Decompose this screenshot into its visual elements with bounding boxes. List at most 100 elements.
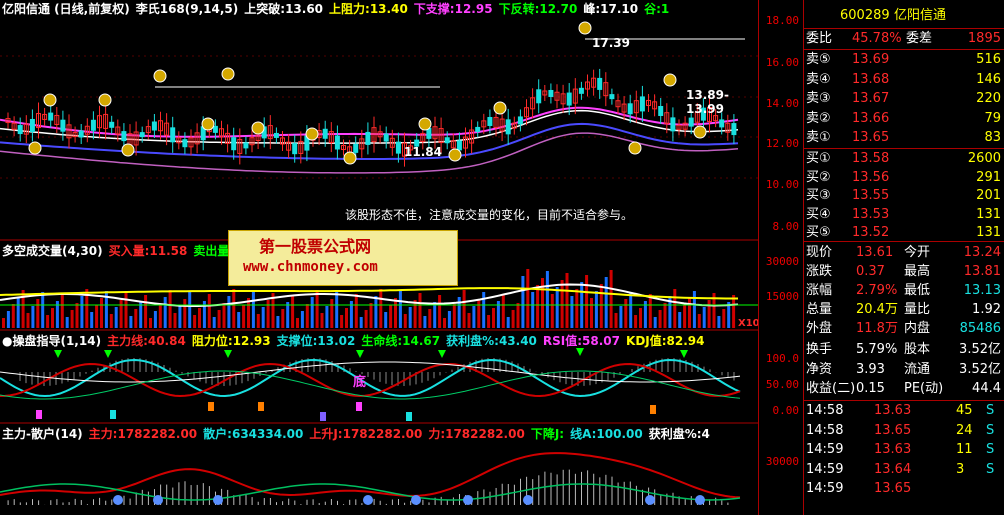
volume-bar bbox=[472, 306, 476, 328]
volume-bar bbox=[634, 315, 638, 328]
sell-level-row: 卖① 13.65 83 bbox=[804, 128, 1004, 148]
signal-marker bbox=[650, 405, 656, 414]
candle-body bbox=[639, 96, 645, 112]
buy-level-volume: 131 bbox=[976, 206, 1001, 222]
candle-body bbox=[17, 125, 23, 135]
volume-bar bbox=[300, 311, 304, 328]
volume-bar bbox=[673, 289, 677, 328]
stat-label: 外盘 bbox=[806, 321, 833, 336]
tick-row[interactable]: 14:58 13.63 45 S bbox=[804, 401, 1004, 421]
volume-bar bbox=[707, 300, 711, 328]
tick-price: 13.64 bbox=[874, 461, 912, 477]
volume-bar bbox=[261, 307, 265, 328]
sell-level-label: 卖③ bbox=[806, 91, 831, 106]
coin-icon bbox=[418, 117, 432, 131]
volume-bar bbox=[237, 312, 241, 328]
buy-level-label: 买① bbox=[806, 151, 831, 166]
volume-bar bbox=[526, 269, 530, 328]
coin-icon bbox=[121, 143, 135, 157]
stat-label: 总量 bbox=[806, 302, 833, 317]
volume-bar bbox=[722, 309, 726, 328]
buy-level-price: 13.56 bbox=[852, 169, 890, 185]
tick-time: 14:59 bbox=[806, 461, 844, 477]
stat-label: 最低 bbox=[904, 283, 931, 298]
chart-area[interactable]: 亿阳信通 (日线,前复权) 李氏168(9,14,5) 上突破:13.60 上阻力:1… bbox=[0, 0, 758, 515]
volume-bar bbox=[560, 280, 564, 328]
volume-bar bbox=[296, 318, 299, 328]
tick-volume: 24 bbox=[956, 422, 973, 438]
volume-bar bbox=[90, 312, 94, 328]
webi-row: 委比 45.78% 委差 1895 bbox=[804, 29, 1004, 49]
volume-bar bbox=[75, 303, 79, 328]
coin-icon bbox=[578, 21, 592, 35]
quote-panel: 600289 亿阳信通 委比 45.78% 委差 1895 卖⑤ 13.69 516… bbox=[803, 0, 1004, 515]
volume-bar bbox=[320, 313, 324, 328]
volume-bar bbox=[511, 310, 515, 328]
volume-bar bbox=[144, 295, 148, 328]
volume-bar bbox=[2, 318, 5, 328]
advice-note: 该股形态不佳，注意成交量的变化，目前不适合参与。 bbox=[345, 208, 634, 222]
candle-body bbox=[719, 119, 725, 128]
main-header-item: 下反转:12.70 bbox=[498, 2, 578, 16]
stat-label: 最高 bbox=[904, 264, 931, 279]
volume-header-item: 买入量:11.58 bbox=[108, 244, 188, 258]
volume-bar bbox=[276, 316, 280, 328]
volume-bar bbox=[614, 313, 618, 328]
sell-level-volume: 516 bbox=[976, 52, 1001, 67]
sell-level-row: 卖④ 13.68 146 bbox=[804, 70, 1004, 90]
oper-header-item: RSI值:58.07 bbox=[542, 334, 621, 348]
volume-bar bbox=[168, 290, 172, 328]
sell-level-volume: 83 bbox=[984, 130, 1001, 145]
volume-bar bbox=[599, 284, 603, 328]
volume-bar bbox=[134, 309, 138, 328]
tick-row[interactable]: 14:59 13.64 3 S bbox=[804, 460, 1004, 480]
volume-bar bbox=[46, 315, 50, 328]
tick-row[interactable]: 14:59 13.65 bbox=[804, 479, 1004, 499]
sell-level-price: 13.66 bbox=[852, 110, 890, 126]
tick-row[interactable]: 14:59 13.63 11 S bbox=[804, 440, 1004, 460]
stat-row: 净资 3.93 流通 3.52亿 bbox=[804, 360, 1004, 380]
candle-body bbox=[517, 116, 523, 125]
axis-tick-oper-0: 100.0 bbox=[765, 352, 799, 365]
candle-body bbox=[231, 137, 237, 151]
range-price-label: 13.89-13.99 bbox=[686, 88, 729, 116]
coin-icon bbox=[251, 121, 265, 135]
volume-bar bbox=[232, 289, 236, 328]
volume-bar bbox=[521, 276, 525, 328]
main-header-item: 李氏168(9,14,5) bbox=[135, 2, 239, 16]
volume-bar bbox=[11, 304, 15, 328]
volume-header-item: 多空成交量(4,30) bbox=[2, 244, 103, 258]
volume-bar bbox=[119, 300, 123, 328]
candle-body bbox=[170, 127, 176, 143]
tick-time: 14:58 bbox=[806, 422, 844, 438]
candle-body bbox=[383, 133, 389, 142]
volume-bar bbox=[418, 293, 422, 328]
candle-body bbox=[48, 112, 54, 121]
trough-price-label: 11.84 bbox=[404, 145, 442, 159]
volume-bar bbox=[369, 303, 373, 328]
volume-bar bbox=[639, 308, 642, 328]
volume-unit-label: X10 bbox=[738, 318, 758, 329]
volume-bar bbox=[281, 309, 285, 328]
watermark-banner: 第一股票公式网 www.chnmoney.com bbox=[228, 230, 458, 286]
volume-bar bbox=[663, 303, 667, 328]
buy-level-price: 13.55 bbox=[852, 188, 890, 203]
buy-level-row: 买④ 13.53 131 bbox=[804, 205, 1004, 225]
sell-level-volume: 79 bbox=[984, 110, 1001, 126]
volume-bar bbox=[467, 313, 471, 328]
stat-value: 44.4 bbox=[972, 381, 1001, 396]
oper-header-item: 阻力位:12.93 bbox=[191, 334, 271, 348]
volume-bar bbox=[447, 311, 451, 328]
stat-value: 0.15 bbox=[856, 381, 885, 396]
tick-time: 14:59 bbox=[806, 481, 844, 496]
volume-bar bbox=[80, 296, 84, 328]
volume-bar bbox=[109, 314, 113, 328]
stat-label: 涨幅 bbox=[806, 283, 833, 298]
mf-header-item: 散户:634334.00 bbox=[203, 427, 304, 441]
tick-row[interactable]: 14:58 13.65 24 S bbox=[804, 421, 1004, 441]
volume-bar bbox=[335, 292, 339, 328]
volume-bar bbox=[95, 305, 99, 328]
volume-bar bbox=[251, 291, 255, 328]
candle-body bbox=[395, 141, 401, 154]
stat-label: 换手 bbox=[806, 342, 833, 357]
